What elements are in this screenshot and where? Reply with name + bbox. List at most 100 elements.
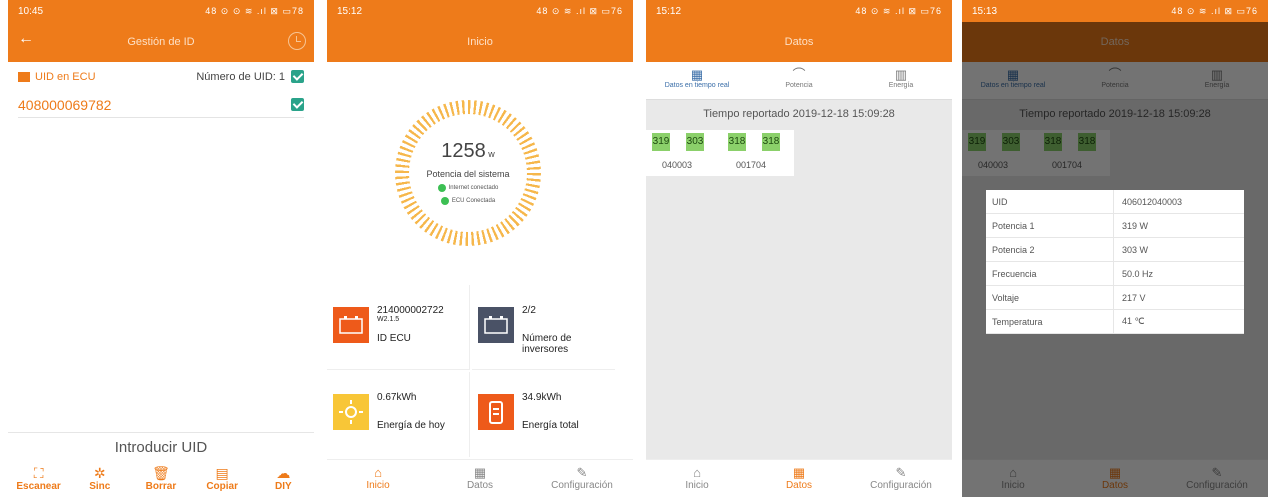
home-screen: 15:12 48 ⊙ ≋ .ıl ⊠ ▭76 Inicio 1258 w Pot… [327,0,633,497]
power-unit: w [488,149,495,159]
bottom-nav: ⌂Inicio ▦Datos ✎Configuración [646,459,952,497]
panel-value[interactable]: 319 [652,133,670,151]
power-gauge: 1258 w Potencia del sistema Internet con… [395,100,541,246]
inverters-value: 2/2 [522,305,536,316]
sun-icon [333,394,369,430]
detail-key: Potencia 1 [986,213,1114,238]
status-bar: 15:12 48 ⊙ ≋ .ıl ⊠ ▭76 [646,0,952,22]
nav-settings[interactable]: ✎Configuración [850,460,952,497]
page-title: Gestión de ID [127,36,195,48]
nav-home-label: Inicio [685,480,709,491]
today-energy-label: Energía de hoy [377,420,445,431]
status-icons: 48 ⊙ ⊙ ≋ .ıl ⊠ ▭78 [205,5,304,16]
total-energy-value: 34.9kWh [522,392,562,403]
tab-power[interactable]: ⌒Potencia [748,62,850,99]
curve-icon: ⌒ [792,67,806,82]
uid-header: UID en ECU Número de UID: 1 [18,70,304,83]
copy-icon: ▤ [215,465,229,481]
sync-button[interactable]: ✲ Sinc [72,466,128,497]
inverter-detail-popup: UID 406012040003 Potencia 1 319 W Potencia… [986,189,1244,334]
ecu-id-card[interactable]: 214000002722 W2.1.5 ID ECU [327,285,470,370]
uid-value: 408000069782 [18,96,112,113]
uid-list-item[interactable]: 408000069782 [18,92,304,118]
nav-home[interactable]: ⌂Inicio [646,460,748,497]
total-energy-label: Energía total [522,420,579,431]
detail-row: Temperatura 41 ℃ [986,309,1244,334]
data-tabs: ▦Datos en tiempo real ⌒Potencia ▥Energía [646,62,952,100]
power-value: 1258 [441,140,486,162]
select-all-checkbox[interactable] [291,70,304,83]
status-time: 10:45 [18,5,44,17]
cloud-upload-icon: ☁ [276,465,291,481]
scan-button[interactable]: ⛶ Escanear [11,466,67,497]
internet-label: Internet conectado [448,185,499,191]
nav-data[interactable]: ▦Datos [748,460,850,497]
panel-value[interactable]: 318 [728,133,746,151]
wrench-icon: ✎ [895,465,907,480]
sync-label: Sinc [89,481,111,492]
nav-data[interactable]: ▦Datos [429,460,531,497]
detail-value: 50.0 Hz [1122,268,1154,279]
data-screen: 15:12 48 ⊙ ≋ .ıl ⊠ ▭76 Datos ▦ Datos en t… [646,0,952,497]
tab-realtime[interactable]: ▦Datos en tiempo real [646,62,748,99]
ecu-id-label: ID ECU [377,333,411,344]
inverters-card[interactable]: 2/2 Número de inversores [472,285,615,370]
wrench-icon: ✎ [576,465,588,480]
ecu-id: 214000002722 [377,305,444,316]
status-icons: 48 ⊙ ≋ .ıl ⊠ ▭76 [536,5,623,16]
detail-key: Temperatura [986,309,1114,334]
detail-row: Potencia 2 303 W [986,237,1244,262]
power-label: Potencia del sistema [426,169,510,179]
detail-value: 319 W [1122,220,1149,231]
system-power: 1258 w [409,140,527,163]
uid-checkbox[interactable] [291,98,304,111]
delete-button[interactable]: 🗑 Borrar [133,466,189,497]
nav-settings-label: Configuración [551,480,613,491]
uid-label: UID en ECU [35,70,96,83]
ecu-version: W2.1.5 [377,316,400,323]
trash-icon: 🗑 [152,465,170,481]
detail-row: Voltaje 217 V [986,285,1244,310]
tab-realtime-label: Datos en tiempo real [664,82,730,89]
green-dot-icon [437,184,446,192]
nav-home[interactable]: ⌂Inicio [327,460,429,497]
stats-grid: 214000002722 W2.1.5 ID ECU 2/2 Número de … [327,285,633,460]
detail-value: 41 ℃ [1122,316,1145,326]
internet-status: Internet conectado [409,184,527,192]
detail-row: UID 406012040003 [986,189,1244,214]
diy-button[interactable]: ☁ DIY [255,466,311,497]
copy-label: Copiar [206,481,238,492]
green-dot-icon [440,197,449,205]
status-bar: 15:12 48 ⊙ ≋ .ıl ⊠ ▭76 [327,0,633,22]
ecu-id-value: 214000002722 W2.1.5 [377,305,444,323]
delete-label: Borrar [145,481,177,492]
detail-key: Potencia 2 [986,237,1114,262]
total-energy-card[interactable]: 34.9kWh Energía total [472,372,615,457]
status-time: 15:12 [337,5,363,17]
scan-label: Escanear [16,481,61,492]
detail-value: 303 W [1122,244,1149,255]
tab-energy[interactable]: ▥Energía [850,62,952,99]
today-energy-card[interactable]: 0.67kWh Energía de hoy [327,372,470,457]
inverter-block[interactable]: 319 303 318 318 040003 001704 [646,130,794,176]
panel-value[interactable]: 303 [686,133,704,151]
tab-energy-label: Energía [888,82,914,89]
uid-count: Número de UID: 1 [196,70,285,83]
sync-icon: ✲ [93,465,106,481]
grid-icon: ▦ [690,67,704,82]
page-title: Datos [784,36,814,48]
scan-icon: ⛶ [33,465,44,481]
nav-settings[interactable]: ✎Configuración [531,460,633,497]
enter-uid-button[interactable]: Introducir UID [8,432,314,460]
uid-management-screen: 10:45 48 ⊙ ⊙ ≋ .ıl ⊠ ▭78 ← Gestión de ID… [8,0,314,497]
home-icon: ⌂ [693,465,701,480]
back-arrow-icon[interactable]: ← [18,30,34,48]
copy-button[interactable]: ▤ Copiar [194,466,250,497]
status-time: 15:12 [656,5,682,17]
inverters-label: Número de inversores [522,333,572,355]
panel-value[interactable]: 318 [762,133,780,151]
status-time: 15:13 [972,5,998,17]
grid-icon: ▦ [792,465,806,480]
detail-row: Frecuencia 50.0 Hz [986,261,1244,286]
clock-icon[interactable] [288,32,306,50]
